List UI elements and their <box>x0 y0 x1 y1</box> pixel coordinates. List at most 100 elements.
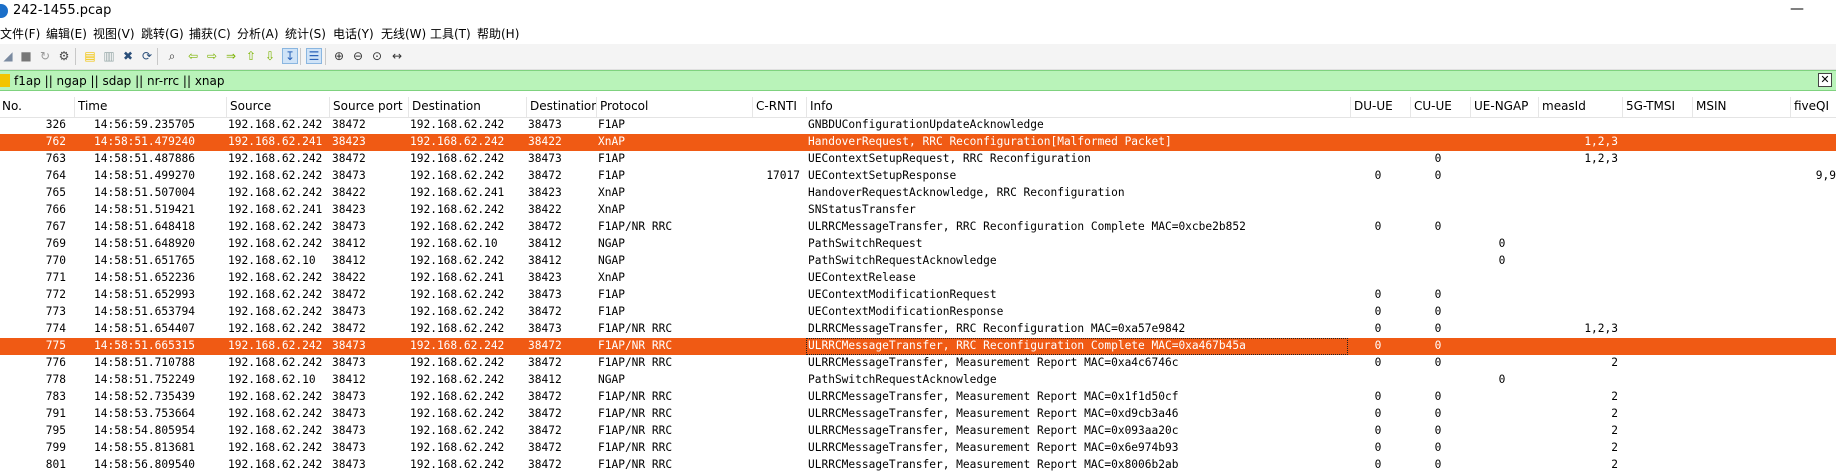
resize-columns-icon[interactable]: ↔ <box>389 48 405 64</box>
menu-edit[interactable]: 编辑(E) <box>46 25 87 42</box>
column-resize-handle[interactable] <box>806 97 807 117</box>
packet-row[interactable]: 771 14:58:51.652236 192.168.62.242 38422 192… <box>0 270 1836 287</box>
menu-go[interactable]: 跳转(G) <box>141 25 184 42</box>
restart-capture-icon[interactable]: ↻ <box>37 48 53 64</box>
display-filter-input[interactable] <box>14 72 1814 89</box>
col-msin-header[interactable]: MSIN <box>1696 99 1790 115</box>
zoom-out-icon[interactable]: ⊖ <box>350 48 366 64</box>
clear-filter-button[interactable]: ✕ <box>1818 73 1832 87</box>
col-destination-port-header[interactable]: Destination <box>530 99 596 115</box>
column-resize-handle[interactable] <box>526 97 527 117</box>
cell-no: 795 <box>45 424 66 437</box>
packet-row[interactable]: 766 14:58:51.519421 192.168.62.241 38423 192… <box>0 202 1836 219</box>
packet-row[interactable]: 769 14:58:51.648920 192.168.62.242 38412 192… <box>0 236 1836 253</box>
cell-destination-port: 38412 <box>528 254 562 267</box>
go-last-packet-icon[interactable]: ⇩ <box>262 48 278 64</box>
column-resize-handle[interactable] <box>226 97 227 117</box>
cell-cu-ue: 0 <box>1434 305 1442 318</box>
col-info-header[interactable]: Info <box>810 99 1350 115</box>
column-resize-handle[interactable] <box>1692 97 1693 117</box>
column-resize-handle[interactable] <box>74 97 75 117</box>
packet-row[interactable]: 778 14:58:51.752249 192.168.62.10 38412 192.… <box>0 372 1836 389</box>
packet-row[interactable]: 791 14:58:53.753664 192.168.62.242 38473 192… <box>0 406 1836 423</box>
cell-cu-ue: 0 <box>1434 169 1442 182</box>
cell-c-rnti <box>740 373 800 389</box>
column-resize-handle[interactable] <box>329 97 330 117</box>
col-du-ue-header[interactable]: DU-UE <box>1354 99 1410 115</box>
col-c-rnti-header[interactable]: C-RNTI <box>756 99 806 115</box>
cell-ue-ngap <box>1494 288 1510 304</box>
packet-row[interactable]: 773 14:58:51.653794 192.168.62.242 38473 192… <box>0 304 1836 321</box>
zoom-in-icon[interactable]: ⊕ <box>331 48 347 64</box>
cell-protocol: NGAP <box>598 237 625 250</box>
packet-row[interactable]: 763 14:58:51.487886 192.168.62.242 38472 192… <box>0 151 1836 168</box>
col-source-port-header[interactable]: Source port <box>333 99 408 115</box>
go-to-packet-icon[interactable]: ⇒ <box>223 48 239 64</box>
autoscroll-icon[interactable]: ↧ <box>282 48 298 64</box>
capture-options-icon[interactable]: ⚙ <box>56 48 72 64</box>
bookmark-filter-icon[interactable] <box>0 74 10 87</box>
column-resize-handle[interactable] <box>408 97 409 117</box>
packet-row[interactable]: 775 14:58:51.665315 192.168.62.242 38473 192… <box>0 338 1836 355</box>
col-no-header[interactable]: No. <box>2 99 74 115</box>
cell-info: UEContextRelease <box>808 271 916 284</box>
col-meas-id-header[interactable]: measId <box>1542 99 1622 115</box>
column-resize-handle[interactable] <box>1410 97 1411 117</box>
go-first-packet-icon[interactable]: ⇧ <box>243 48 259 64</box>
menu-capture[interactable]: 捕获(C) <box>189 25 231 42</box>
packet-row[interactable]: 767 14:58:51.648418 192.168.62.242 38473 192… <box>0 219 1836 236</box>
go-forward-icon[interactable]: ⇨ <box>204 48 220 64</box>
menu-wireless[interactable]: 无线(W) <box>381 25 426 42</box>
cell-time: 14:58:51.710788 <box>94 356 196 369</box>
menu-view[interactable]: 视图(V) <box>93 25 135 42</box>
col-source-header[interactable]: Source <box>230 99 329 115</box>
col-ue-ngap-header[interactable]: UE-NGAP <box>1474 99 1538 115</box>
menu-file[interactable]: 文件(F) <box>0 25 40 42</box>
column-resize-handle[interactable] <box>596 97 597 117</box>
menu-telephony[interactable]: 电话(Y) <box>333 25 374 42</box>
start-capture-icon[interactable]: ◢ <box>0 48 16 64</box>
packet-row[interactable]: 783 14:58:52.735439 192.168.62.242 38473 192… <box>0 389 1836 406</box>
packet-row[interactable]: 765 14:58:51.507004 192.168.62.242 38422 192… <box>0 185 1836 202</box>
col-time-header[interactable]: Time <box>78 99 226 115</box>
column-resize-handle[interactable] <box>1622 97 1623 117</box>
stop-capture-icon[interactable]: ■ <box>18 48 34 64</box>
menu-tools[interactable]: 工具(T) <box>430 25 471 42</box>
cell-destination-port: 38472 <box>528 407 562 420</box>
colorize-icon[interactable]: ☰ <box>306 48 322 64</box>
column-resize-handle[interactable] <box>1350 97 1351 117</box>
menu-analyze[interactable]: 分析(A) <box>237 25 279 42</box>
menu-statistics[interactable]: 统计(S) <box>285 25 326 42</box>
packet-row[interactable]: 799 14:58:55.813681 192.168.62.242 38473 192… <box>0 440 1836 457</box>
packet-row[interactable]: 795 14:58:54.805954 192.168.62.242 38473 192… <box>0 423 1836 440</box>
packet-row[interactable]: 326 14:56:59.235705 192.168.62.242 38472 192… <box>0 117 1836 134</box>
col-cu-ue-header[interactable]: CU-UE <box>1414 99 1470 115</box>
packet-row[interactable]: 776 14:58:51.710788 192.168.62.242 38473 192… <box>0 355 1836 372</box>
column-resize-handle[interactable] <box>1470 97 1471 117</box>
save-file-icon[interactable]: ▥ <box>101 48 117 64</box>
col-5g-tmsi-header[interactable]: 5G-TMSI <box>1626 99 1692 115</box>
column-resize-handle[interactable] <box>1790 97 1791 117</box>
packet-row[interactable]: 762 14:58:51.479240 192.168.62.241 38423 192… <box>0 134 1836 151</box>
go-back-icon[interactable]: ⇦ <box>185 48 201 64</box>
column-resize-handle[interactable] <box>752 97 753 117</box>
cell-destination-port: 38472 <box>528 220 562 233</box>
col-fiveqi-header[interactable]: fiveQI <box>1794 99 1836 115</box>
packet-row[interactable]: 764 14:58:51.499270 192.168.62.242 38473 192… <box>0 168 1836 185</box>
packet-row[interactable]: 801 14:58:56.809540 192.168.62.242 38473 192… <box>0 457 1836 474</box>
packet-row[interactable]: 772 14:58:51.652993 192.168.62.242 38472 192… <box>0 287 1836 304</box>
minimize-button[interactable]: — <box>1790 1 1804 17</box>
col-protocol-header[interactable]: Protocol <box>600 99 752 115</box>
open-file-icon[interactable]: ▤ <box>82 48 98 64</box>
col-destination-header[interactable]: Destination <box>412 99 526 115</box>
zoom-reset-icon[interactable]: ⊙ <box>369 48 385 64</box>
find-packet-icon[interactable]: ⌕ <box>164 48 180 64</box>
reload-file-icon[interactable]: ⟳ <box>139 48 155 64</box>
packet-row[interactable]: 774 14:58:51.654407 192.168.62.242 38472 192… <box>0 321 1836 338</box>
packet-row[interactable]: 770 14:58:51.651765 192.168.62.10 38412 192.… <box>0 253 1836 270</box>
column-resize-handle[interactable] <box>1538 97 1539 117</box>
cell-source-port: 38422 <box>332 271 366 284</box>
cell-fiveqi <box>1796 152 1836 168</box>
close-file-icon[interactable]: ✖ <box>120 48 136 64</box>
menu-help[interactable]: 帮助(H) <box>477 25 519 42</box>
